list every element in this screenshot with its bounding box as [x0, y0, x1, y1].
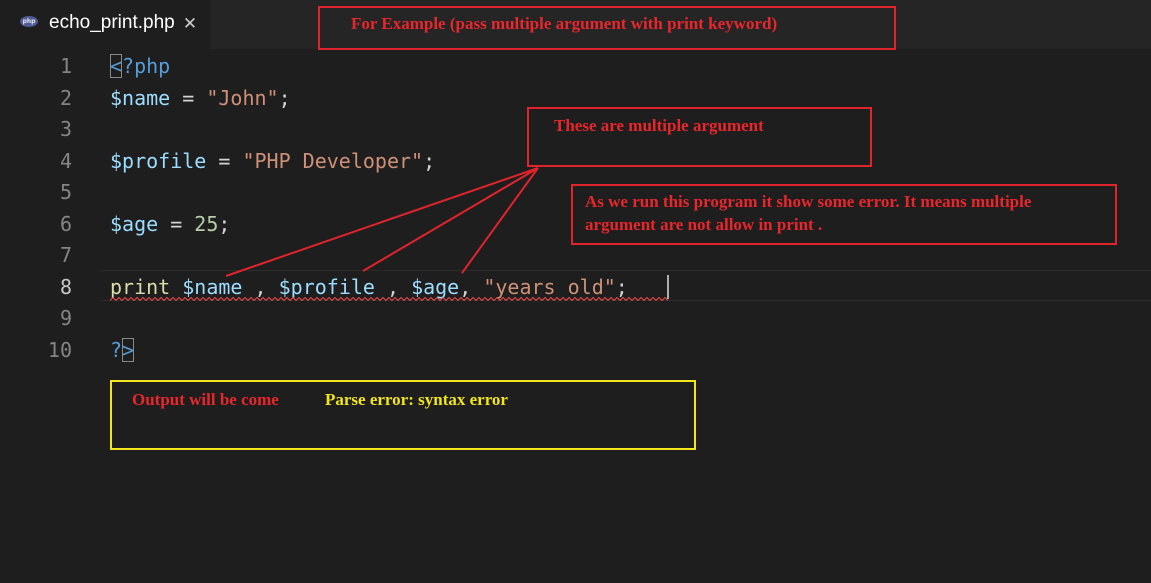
annotation-arrows — [225, 167, 539, 277]
arrow-to-age — [461, 167, 539, 274]
